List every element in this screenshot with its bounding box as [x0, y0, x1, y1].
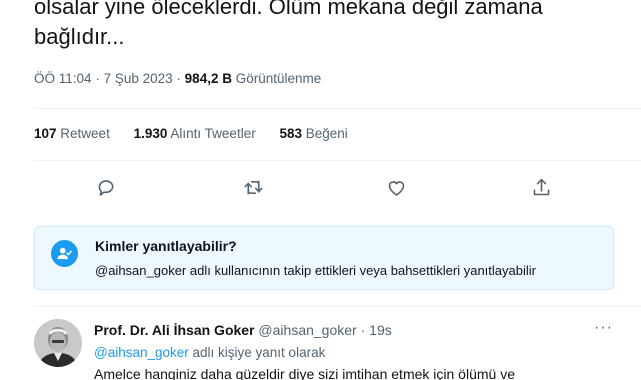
- views-label: Görüntülenme: [235, 71, 322, 86]
- share-icon: [533, 178, 549, 195]
- tweet-time[interactable]: ÖÖ 11:04: [34, 71, 92, 86]
- likes-label: Beğeni: [305, 126, 348, 141]
- reply-tweet[interactable]: Prof. Dr. Ali İhsan Goker @aihsan_goker …: [34, 310, 641, 380]
- tweet-text: olsalar yine öleceklerdi. Ölüm mekana de…: [34, 0, 543, 49]
- comment-icon: [98, 179, 113, 196]
- meta-separator: ·: [360, 322, 366, 338]
- reply-time[interactable]: 19s: [369, 322, 392, 338]
- reply-settings-box: Kimler yanıtlayabilir? @aihsan_goker adl…: [34, 226, 614, 290]
- author-name[interactable]: Prof. Dr. Ali İhsan Goker: [94, 322, 255, 338]
- share-button[interactable]: [528, 174, 554, 200]
- tweet-meta: ÖÖ 11:04 · 7 Şub 2023 · 984,2 B Görüntül…: [34, 71, 321, 86]
- replying-to: @aihsan_goker adlı kişiye yanıt olarak: [94, 345, 325, 360]
- action-bar: [34, 170, 641, 204]
- reply-author-line: Prof. Dr. Ali İhsan Goker @aihsan_goker …: [94, 322, 392, 338]
- replying-to-label: adlı kişiye yanıt olarak: [188, 345, 326, 360]
- author-handle[interactable]: @aihsan_goker: [258, 322, 356, 338]
- retweet-button[interactable]: [240, 174, 266, 200]
- retweet-icon: [243, 180, 263, 194]
- divider: [34, 160, 641, 161]
- retweets-label: Retweet: [60, 126, 110, 141]
- views-count: 984,2 B: [184, 71, 232, 86]
- retweets-stat[interactable]: 107 Retweet: [34, 126, 114, 141]
- reply-text: Amelce hanginiz daha güzeldir diye sizi …: [94, 366, 515, 380]
- more-options-icon[interactable]: ···: [594, 319, 613, 337]
- avatar[interactable]: [34, 319, 82, 367]
- likes-count: 583: [279, 126, 302, 141]
- tweet-date[interactable]: 7 Şub 2023: [104, 71, 173, 86]
- divider: [34, 108, 641, 109]
- mention-link[interactable]: @aihsan_goker: [94, 345, 189, 360]
- like-button[interactable]: [383, 174, 409, 200]
- user-check-icon: [51, 240, 78, 267]
- divider: [34, 306, 641, 307]
- reply-settings-description: @aihsan_goker adlı kullanıcının takip et…: [95, 263, 536, 278]
- likes-stat[interactable]: 583 Beğeni: [279, 126, 347, 141]
- retweets-count: 107: [34, 126, 57, 141]
- meta-separator: ·: [176, 71, 181, 86]
- quotes-label: Alıntı Tweetler: [170, 126, 256, 141]
- meta-separator: ·: [95, 71, 100, 86]
- quotes-stat[interactable]: 1.930 Alıntı Tweetler: [134, 126, 260, 141]
- reply-settings-title: Kimler yanıtlayabilir?: [95, 238, 237, 254]
- quotes-count: 1.930: [133, 126, 168, 141]
- tweet-stats: 107 Retweet 1.930 Alıntı Tweetler 583 Be…: [34, 126, 368, 141]
- heart-icon: [388, 180, 404, 196]
- reply-button[interactable]: [93, 174, 119, 200]
